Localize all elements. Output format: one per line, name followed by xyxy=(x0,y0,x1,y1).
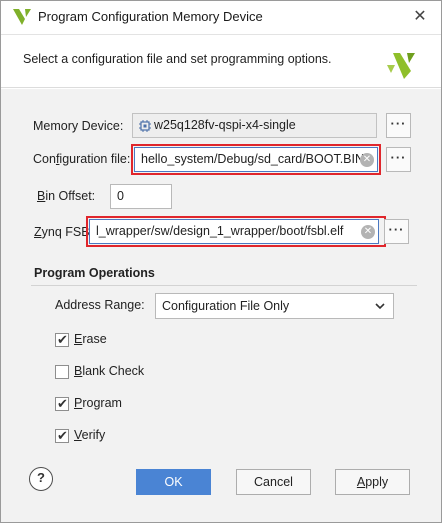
vivado-app-icon xyxy=(13,9,31,25)
apply-button[interactable]: Apply xyxy=(335,469,410,495)
clear-icon[interactable]: ✕ xyxy=(360,153,374,167)
bin-offset-input[interactable]: 0 xyxy=(110,184,172,209)
close-button[interactable]: ✕ xyxy=(405,4,435,30)
checkbox-box[interactable] xyxy=(55,365,69,379)
verify-label: Verify xyxy=(74,428,106,442)
checkbox-box[interactable]: ✔ xyxy=(55,396,69,411)
zynq-fsbl-browse-button[interactable]: ··· xyxy=(384,219,409,244)
close-icon: ✕ xyxy=(413,8,427,25)
address-range-select[interactable]: Configuration File Only xyxy=(155,293,394,319)
window-title: Program Configuration Memory Device xyxy=(38,9,263,24)
address-range-value: Configuration File Only xyxy=(162,299,290,313)
dialog-body: Memory Device: w25q128fv-qspi-x4-single … xyxy=(1,89,441,522)
help-button[interactable]: ? xyxy=(29,467,53,491)
program-label: Program xyxy=(74,396,122,410)
checkmark-icon: ✔ xyxy=(57,396,68,411)
chip-icon xyxy=(139,119,151,132)
configuration-file-value: hello_system/Debug/sd_card/BOOT.BIN xyxy=(141,152,365,166)
blank-check-label: Blank Check xyxy=(74,364,145,378)
memory-device-field: w25q128fv-qspi-x4-single xyxy=(132,113,377,138)
memory-device-label: Memory Device: xyxy=(33,119,124,133)
configuration-file-input[interactable]: hello_system/Debug/sd_card/BOOT.BIN ✕ xyxy=(134,147,378,172)
clear-icon[interactable]: ✕ xyxy=(361,225,375,239)
configuration-file-label: Configuration file: xyxy=(33,152,131,166)
chevron-down-icon xyxy=(375,294,385,326)
memory-device-value: w25q128fv-qspi-x4-single xyxy=(154,118,296,132)
memory-device-browse-button[interactable]: ··· xyxy=(386,113,411,138)
ok-button[interactable]: OK xyxy=(136,469,211,495)
erase-label: Erase xyxy=(74,332,107,346)
dialog-header: Select a configuration file and set prog… xyxy=(1,34,441,88)
cancel-button[interactable]: Cancel xyxy=(236,469,311,495)
program-operations-title: Program Operations xyxy=(34,266,155,280)
title-bar: Program Configuration Memory Device ✕ xyxy=(1,1,441,34)
xilinx-logo-icon xyxy=(387,53,415,79)
zynq-fsbl-input[interactable]: l_wrapper/sw/design_1_wrapper/boot/fsbl.… xyxy=(89,219,379,244)
checkbox-box[interactable]: ✔ xyxy=(55,428,69,443)
checkmark-icon: ✔ xyxy=(57,428,68,443)
zynq-fsbl-value: l_wrapper/sw/design_1_wrapper/boot/fsbl.… xyxy=(96,224,344,238)
instructions-text: Select a configuration file and set prog… xyxy=(23,52,332,66)
checkbox-box[interactable]: ✔ xyxy=(55,332,69,347)
address-range-label: Address Range: xyxy=(55,298,145,312)
bin-offset-label: Bin Offset: xyxy=(37,189,96,203)
question-icon: ? xyxy=(37,470,45,485)
checkmark-icon: ✔ xyxy=(57,332,68,347)
program-config-memory-dialog: Program Configuration Memory Device ✕ Se… xyxy=(0,0,442,523)
section-divider xyxy=(31,285,417,286)
configuration-file-browse-button[interactable]: ··· xyxy=(386,147,411,172)
